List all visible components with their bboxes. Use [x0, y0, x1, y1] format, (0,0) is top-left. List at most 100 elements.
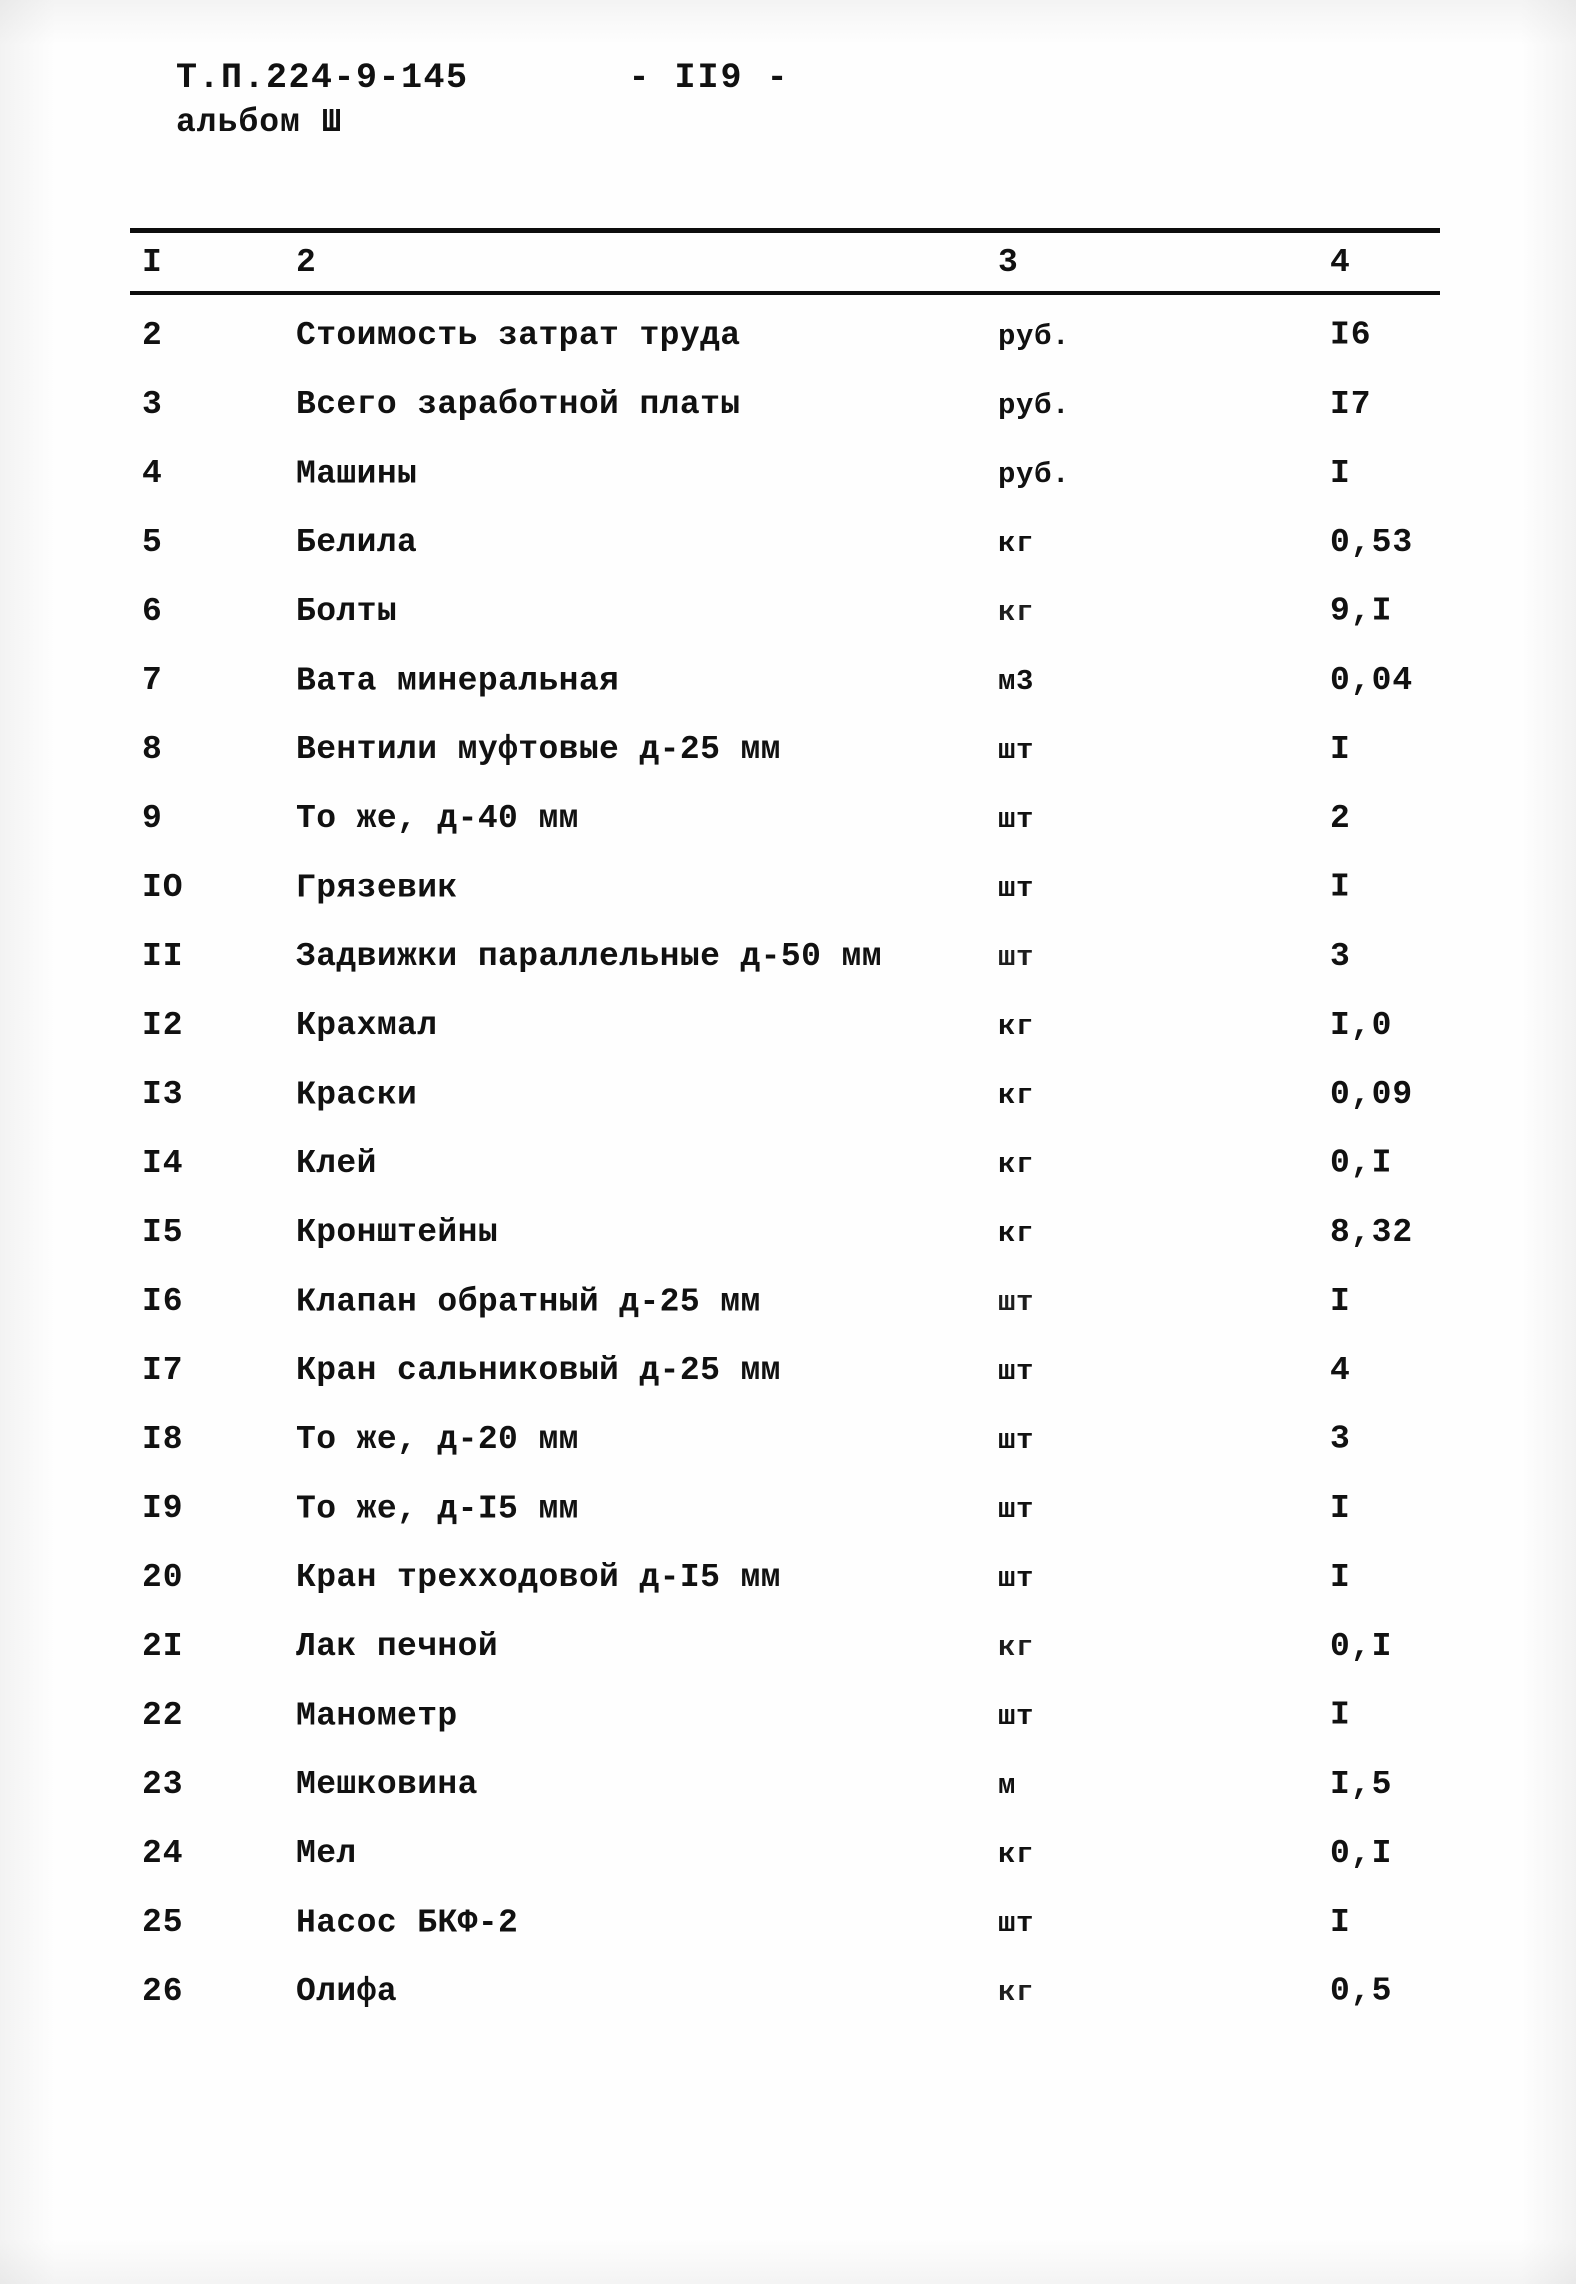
- table-row: I9 То же, д-I5 мм шт I: [130, 1490, 1440, 1559]
- table-row: 23 Мешковина м I,5: [130, 1766, 1440, 1835]
- row-item-name: Вентили муфтовые д-25 мм: [296, 731, 781, 768]
- row-item-name: Олифа: [296, 1973, 398, 2010]
- row-number: I5: [142, 1214, 184, 1251]
- table-row: 26 Олифа кг 0,5: [130, 1973, 1440, 2042]
- row-item-name: Клапан обратный д-25 мм: [296, 1283, 761, 1321]
- row-item-name: Кран сальниковый д-25 мм: [296, 1352, 781, 1389]
- table-row: I3 Краски кг 0,09: [130, 1076, 1440, 1145]
- table-header-row: I 2 3 4: [130, 233, 1440, 291]
- row-number: I3: [142, 1076, 184, 1113]
- row-number: 26: [142, 1973, 184, 2010]
- table-row: I6 Клапан обратный д-25 мм шт I: [130, 1283, 1440, 1352]
- row-item-name: То же, д-40 мм: [296, 800, 579, 837]
- row-unit: шт: [998, 1493, 1035, 1526]
- row-quantity: 0,I: [1330, 1835, 1393, 1872]
- table-row: I4 Клей кг 0,I: [130, 1145, 1440, 1214]
- table-row: 7 Вата минеральная м3 0,04: [130, 662, 1440, 731]
- row-unit: шт: [998, 1355, 1035, 1388]
- document-code: Т.П.224-9-145: [176, 58, 469, 98]
- row-item-name: Грязевик: [296, 869, 458, 907]
- row-unit: кг: [998, 1079, 1035, 1112]
- row-quantity: I: [1330, 868, 1351, 906]
- row-number: 9: [142, 800, 163, 837]
- row-item-name: Мел: [296, 1835, 357, 1872]
- table-row: 6 Болты кг 9,I: [130, 593, 1440, 662]
- row-quantity: 3: [1330, 1420, 1351, 1458]
- row-unit: шт: [998, 803, 1035, 836]
- table-row: II Задвижки параллельные д-50 мм шт 3: [130, 938, 1440, 1007]
- row-quantity: 0,09: [1330, 1076, 1414, 1113]
- row-unit: шт: [998, 941, 1035, 974]
- table-row: I8 То же, д-20 мм шт 3: [130, 1421, 1440, 1490]
- row-number: 22: [142, 1697, 184, 1734]
- row-number: 25: [142, 1904, 184, 1941]
- row-unit: кг: [998, 1148, 1035, 1181]
- row-item-name: Лак печной: [296, 1628, 499, 1665]
- row-item-name: Насос БКФ-2: [296, 1904, 519, 1942]
- row-unit: кг: [998, 1217, 1035, 1250]
- album-label: альбом Ш: [176, 104, 343, 141]
- row-item-name: Клей: [296, 1145, 377, 1182]
- row-quantity: I7: [1330, 386, 1372, 423]
- row-item-name: Кран трехходовой д-I5 мм: [296, 1559, 781, 1596]
- row-unit: руб.: [998, 458, 1071, 491]
- row-number: 5: [142, 524, 163, 561]
- row-number: I8: [142, 1421, 184, 1458]
- row-quantity: I,0: [1330, 1007, 1393, 1044]
- row-quantity: 0,I: [1330, 1144, 1393, 1182]
- table-row: 2 Стоимость затрат труда руб. I6: [130, 317, 1440, 386]
- row-quantity: 0,5: [1330, 1972, 1393, 2010]
- specification-table: I 2 3 4 2 Стоимость затрат труда руб. I6 3 Вс…: [130, 228, 1440, 2042]
- row-number: 24: [142, 1835, 184, 1872]
- row-unit: шт: [998, 872, 1035, 905]
- row-number: I6: [142, 1283, 184, 1320]
- row-unit: кг: [998, 527, 1035, 560]
- row-quantity: 9,I: [1330, 592, 1393, 630]
- row-number: I7: [142, 1352, 184, 1389]
- row-unit: м3: [998, 665, 1035, 698]
- table-row: 5 Белила кг 0,53: [130, 524, 1440, 593]
- row-number: 7: [142, 662, 163, 699]
- table-row: I5 Кронштейны кг 8,32: [130, 1214, 1440, 1283]
- row-item-name: Задвижки параллельные д-50 мм: [296, 938, 882, 975]
- row-quantity: I6: [1330, 316, 1372, 354]
- table-row: 4 Машины руб. I: [130, 455, 1440, 524]
- document-header: Т.П.224-9-145 - II9 - альбом Ш: [176, 58, 1436, 141]
- row-unit: шт: [998, 1907, 1035, 1940]
- row-item-name: Мешковина: [296, 1766, 478, 1803]
- row-unit: шт: [998, 1562, 1035, 1595]
- column-header-4: 4: [1330, 243, 1350, 281]
- row-item-name: Вата минеральная: [296, 662, 620, 700]
- column-header-3: 3: [998, 243, 1018, 281]
- scanned-page: Т.П.224-9-145 - II9 - альбом Ш I 2 3 4 2…: [0, 0, 1576, 2284]
- row-number: 3: [142, 386, 163, 423]
- table-row: 3 Всего заработной платы руб. I7: [130, 386, 1440, 455]
- row-unit: руб.: [998, 389, 1071, 422]
- row-quantity: 2: [1330, 800, 1351, 837]
- row-item-name: Машины: [296, 455, 418, 493]
- row-unit: кг: [998, 1976, 1035, 2009]
- row-number: I9: [142, 1490, 184, 1527]
- row-quantity: I,5: [1330, 1766, 1393, 1803]
- row-quantity: 3: [1330, 938, 1351, 975]
- row-quantity: I: [1330, 1283, 1351, 1320]
- row-quantity: 0,53: [1330, 524, 1414, 561]
- row-item-name: Стоимость затрат труда: [296, 317, 741, 354]
- row-unit: шт: [998, 1700, 1035, 1733]
- row-number: 4: [142, 455, 163, 492]
- row-item-name: Краски: [296, 1076, 418, 1114]
- row-unit: руб.: [998, 320, 1071, 353]
- row-unit: шт: [998, 1424, 1035, 1457]
- page-number: - II9 -: [628, 58, 790, 98]
- row-number: 2: [142, 317, 163, 354]
- row-unit: кг: [998, 1838, 1035, 1871]
- row-number: 2I: [142, 1628, 184, 1665]
- row-quantity: 4: [1330, 1352, 1351, 1389]
- row-item-name: Крахмал: [296, 1007, 438, 1044]
- column-header-2: 2: [296, 243, 316, 281]
- row-number: 20: [142, 1559, 184, 1596]
- row-quantity: I: [1330, 1696, 1351, 1734]
- row-unit: кг: [998, 1631, 1035, 1664]
- table-row: 9 То же, д-40 мм шт 2: [130, 800, 1440, 869]
- table-row: 2I Лак печной кг 0,I: [130, 1628, 1440, 1697]
